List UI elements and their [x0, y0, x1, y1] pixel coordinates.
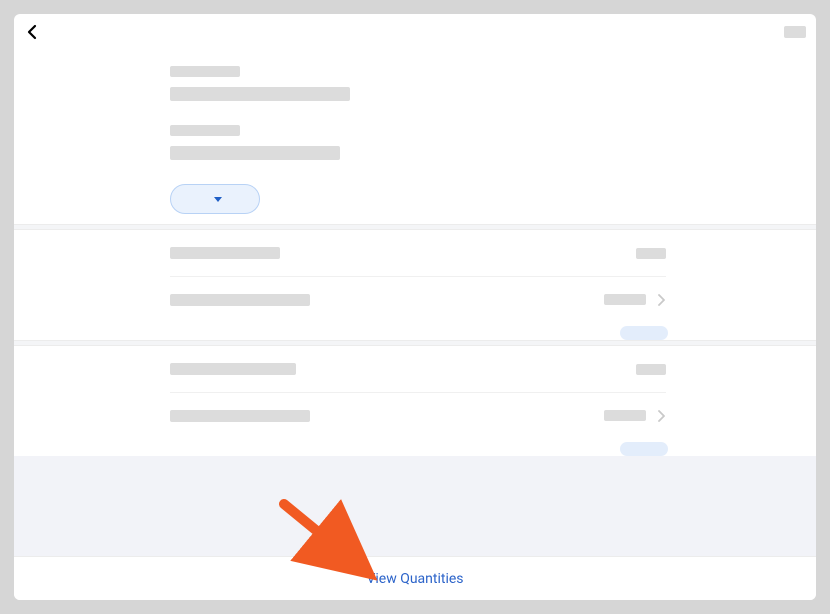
footer-bar: View Quantities: [14, 556, 816, 600]
row-label-placeholder: [170, 410, 310, 422]
row-label-placeholder: [170, 363, 296, 375]
row-value-placeholder: [636, 364, 666, 375]
chevron-right-icon: [656, 410, 666, 422]
view-quantities-link[interactable]: View Quantities: [366, 571, 463, 587]
tag-placeholder: [620, 326, 668, 340]
caret-down-icon: [214, 197, 222, 202]
tag-placeholder: [620, 442, 668, 456]
field-value-placeholder: [170, 146, 340, 160]
chevron-left-icon: [24, 23, 42, 41]
row-value-placeholder: [604, 294, 646, 305]
row-label-placeholder: [170, 294, 310, 306]
row-value-placeholder: [636, 248, 666, 259]
list-row[interactable]: [170, 346, 666, 392]
status-dropdown[interactable]: [170, 184, 260, 214]
list-row[interactable]: [170, 276, 666, 322]
list-row[interactable]: [170, 230, 666, 276]
field-label-placeholder: [170, 125, 240, 136]
row-value-placeholder: [604, 410, 646, 421]
topbar: [14, 14, 816, 50]
list-row[interactable]: [170, 392, 666, 438]
app-window: View Quantities: [14, 14, 816, 600]
field-label-placeholder: [170, 66, 240, 77]
header-info: [14, 50, 816, 224]
list-section-1: [14, 230, 816, 340]
row-label-placeholder: [170, 247, 280, 259]
field-group-2: [170, 125, 666, 160]
field-value-placeholder: [170, 87, 350, 101]
back-button[interactable]: [24, 23, 42, 41]
topbar-action-placeholder[interactable]: [784, 26, 806, 38]
chevron-right-icon: [656, 294, 666, 306]
list-section-2: [14, 346, 816, 456]
field-group-1: [170, 66, 666, 101]
empty-area: [14, 456, 816, 556]
